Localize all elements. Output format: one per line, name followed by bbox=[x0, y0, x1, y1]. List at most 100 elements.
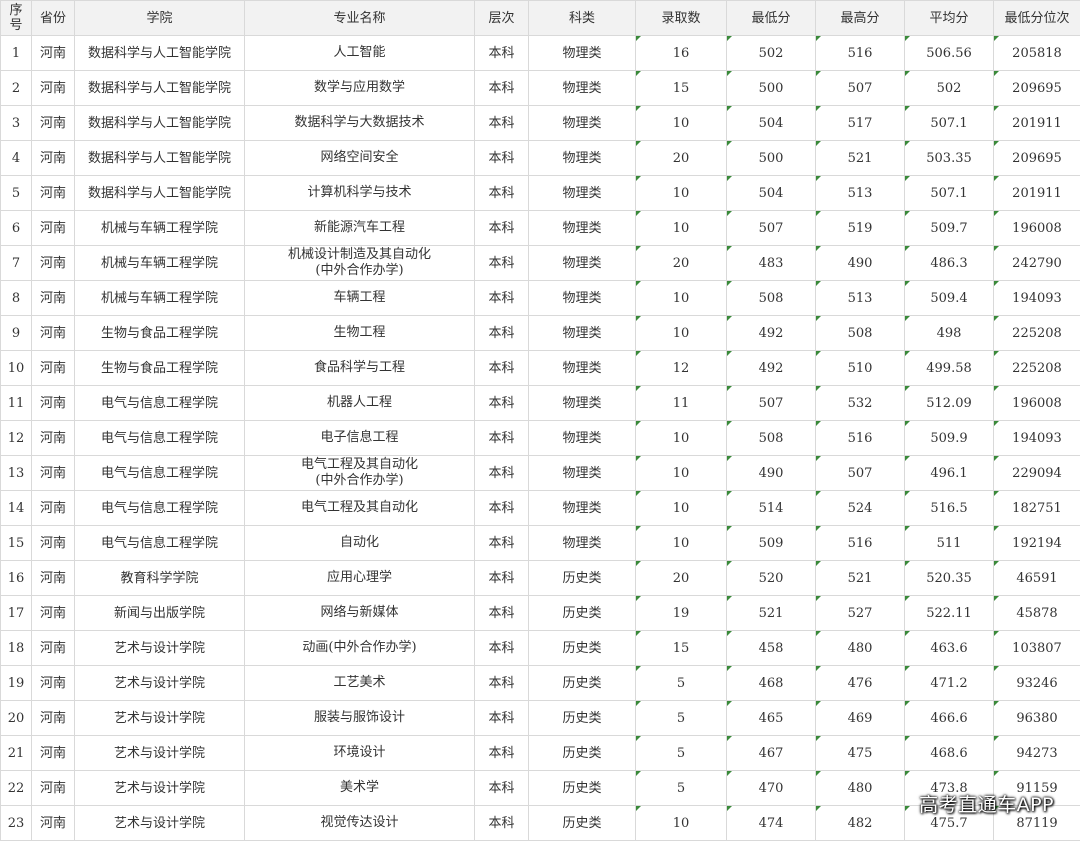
cell-avg-score: 502 bbox=[905, 71, 994, 106]
cell-max-score: 517 bbox=[816, 106, 905, 141]
cell-subject: 物理类 bbox=[529, 106, 636, 141]
cell-min-rank: 209695 bbox=[994, 141, 1080, 176]
cell-min-score: 470 bbox=[727, 771, 816, 806]
cell-subject: 物理类 bbox=[529, 351, 636, 386]
cell-level: 本科 bbox=[475, 771, 529, 806]
cell-min-rank: 225208 bbox=[994, 316, 1080, 351]
cell-subject: 历史类 bbox=[529, 666, 636, 701]
table-row: 19河南艺术与设计学院工艺美术本科历史类5468476471.293246 bbox=[1, 666, 1080, 701]
cell-min-rank: 93246 bbox=[994, 666, 1080, 701]
cell-level: 本科 bbox=[475, 106, 529, 141]
table-row: 21河南艺术与设计学院环境设计本科历史类5467475468.694273 bbox=[1, 736, 1080, 771]
cell-enrolled: 20 bbox=[636, 561, 727, 596]
cell-min-score: 467 bbox=[727, 736, 816, 771]
cell-subject: 历史类 bbox=[529, 561, 636, 596]
table-row: 9河南生物与食品工程学院生物工程本科物理类10492508498225208 bbox=[1, 316, 1080, 351]
cell-major: 电子信息工程 bbox=[245, 421, 475, 456]
table-row: 20河南艺术与设计学院服装与服饰设计本科历史类5465469466.696380 bbox=[1, 701, 1080, 736]
cell-seq: 14 bbox=[1, 491, 32, 526]
cell-subject: 物理类 bbox=[529, 421, 636, 456]
cell-min-rank: 242790 bbox=[994, 246, 1080, 281]
cell-college: 艺术与设计学院 bbox=[75, 666, 245, 701]
cell-enrolled: 5 bbox=[636, 666, 727, 701]
cell-major: 美术学 bbox=[245, 771, 475, 806]
header-province: 省份 bbox=[32, 1, 75, 36]
cell-avg-score: 471.2 bbox=[905, 666, 994, 701]
cell-college: 新闻与出版学院 bbox=[75, 596, 245, 631]
cell-min-score: 507 bbox=[727, 211, 816, 246]
cell-enrolled: 10 bbox=[636, 421, 727, 456]
cell-max-score: 480 bbox=[816, 631, 905, 666]
cell-college: 艺术与设计学院 bbox=[75, 806, 245, 841]
cell-subject: 物理类 bbox=[529, 316, 636, 351]
cell-college: 机械与车辆工程学院 bbox=[75, 281, 245, 316]
cell-major: 视觉传达设计 bbox=[245, 806, 475, 841]
cell-level: 本科 bbox=[475, 386, 529, 421]
cell-seq: 9 bbox=[1, 316, 32, 351]
cell-enrolled: 5 bbox=[636, 736, 727, 771]
cell-avg-score: 466.6 bbox=[905, 701, 994, 736]
table-row: 11河南电气与信息工程学院机器人工程本科物理类11507532512.09196… bbox=[1, 386, 1080, 421]
cell-college: 数据科学与人工智能学院 bbox=[75, 36, 245, 71]
cell-subject: 物理类 bbox=[529, 36, 636, 71]
cell-seq: 12 bbox=[1, 421, 32, 456]
cell-level: 本科 bbox=[475, 71, 529, 106]
table-row: 14河南电气与信息工程学院电气工程及其自动化本科物理类10514524516.5… bbox=[1, 491, 1080, 526]
cell-province: 河南 bbox=[32, 561, 75, 596]
cell-avg-score: 516.5 bbox=[905, 491, 994, 526]
header-avg-score: 平均分 bbox=[905, 1, 994, 36]
cell-major: 电气工程及其自动化 bbox=[245, 491, 475, 526]
cell-avg-score: 512.09 bbox=[905, 386, 994, 421]
table-row: 13河南电气与信息工程学院电气工程及其自动化 (中外合作办学)本科物理类1049… bbox=[1, 456, 1080, 491]
table-row: 15河南电气与信息工程学院自动化本科物理类10509516511192194 bbox=[1, 526, 1080, 561]
cell-college: 电气与信息工程学院 bbox=[75, 456, 245, 491]
cell-seq: 7 bbox=[1, 246, 32, 281]
cell-college: 艺术与设计学院 bbox=[75, 701, 245, 736]
cell-level: 本科 bbox=[475, 281, 529, 316]
header-seq: 序 号 bbox=[1, 1, 32, 36]
cell-level: 本科 bbox=[475, 351, 529, 386]
cell-major: 环境设计 bbox=[245, 736, 475, 771]
table-row: 1河南数据科学与人工智能学院人工智能本科物理类16502516506.56205… bbox=[1, 36, 1080, 71]
cell-subject: 物理类 bbox=[529, 386, 636, 421]
table-row: 10河南生物与食品工程学院食品科学与工程本科物理类12492510499.582… bbox=[1, 351, 1080, 386]
header-subject: 科类 bbox=[529, 1, 636, 36]
cell-level: 本科 bbox=[475, 176, 529, 211]
cell-max-score: 480 bbox=[816, 771, 905, 806]
cell-level: 本科 bbox=[475, 421, 529, 456]
cell-enrolled: 5 bbox=[636, 701, 727, 736]
cell-min-rank: 94273 bbox=[994, 736, 1080, 771]
admission-table: 序 号 省份 学院 专业名称 层次 科类 录取数 最低分 最高分 平均分 最低分… bbox=[0, 0, 1080, 841]
cell-seq: 15 bbox=[1, 526, 32, 561]
cell-province: 河南 bbox=[32, 176, 75, 211]
cell-min-rank: 45878 bbox=[994, 596, 1080, 631]
cell-min-score: 508 bbox=[727, 421, 816, 456]
table-row: 2河南数据科学与人工智能学院数学与应用数学本科物理类15500507502209… bbox=[1, 71, 1080, 106]
cell-seq: 2 bbox=[1, 71, 32, 106]
cell-seq: 21 bbox=[1, 736, 32, 771]
cell-subject: 物理类 bbox=[529, 176, 636, 211]
cell-major: 应用心理学 bbox=[245, 561, 475, 596]
cell-province: 河南 bbox=[32, 316, 75, 351]
cell-province: 河南 bbox=[32, 141, 75, 176]
cell-province: 河南 bbox=[32, 281, 75, 316]
cell-seq: 23 bbox=[1, 806, 32, 841]
cell-min-score: 504 bbox=[727, 176, 816, 211]
cell-min-rank: 196008 bbox=[994, 386, 1080, 421]
cell-min-score: 490 bbox=[727, 456, 816, 491]
cell-seq: 18 bbox=[1, 631, 32, 666]
cell-seq: 17 bbox=[1, 596, 32, 631]
cell-major: 新能源汽车工程 bbox=[245, 211, 475, 246]
header-min-score: 最低分 bbox=[727, 1, 816, 36]
header-college: 学院 bbox=[75, 1, 245, 36]
cell-avg-score: 507.1 bbox=[905, 176, 994, 211]
cell-province: 河南 bbox=[32, 596, 75, 631]
cell-enrolled: 15 bbox=[636, 71, 727, 106]
cell-min-rank: 229094 bbox=[994, 456, 1080, 491]
cell-province: 河南 bbox=[32, 106, 75, 141]
cell-college: 艺术与设计学院 bbox=[75, 771, 245, 806]
cell-enrolled: 10 bbox=[636, 456, 727, 491]
cell-province: 河南 bbox=[32, 491, 75, 526]
cell-enrolled: 15 bbox=[636, 631, 727, 666]
table-row: 3河南数据科学与人工智能学院数据科学与大数据技术本科物理类10504517507… bbox=[1, 106, 1080, 141]
